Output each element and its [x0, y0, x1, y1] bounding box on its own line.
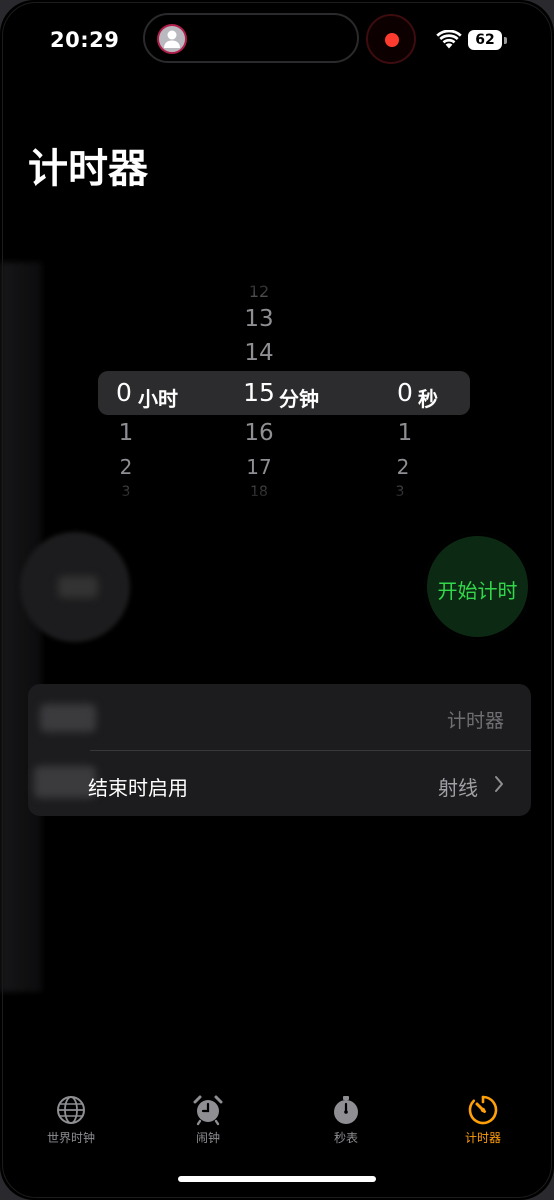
tab-label: 秒表 [333, 1131, 358, 1145]
page-title: 计时器 [28, 146, 148, 192]
picker-hour-option[interactable]: 1 [96, 420, 156, 446]
record-dot-icon [385, 33, 399, 47]
battery-indicator: 62 [468, 30, 502, 50]
tab-stopwatch[interactable]: 秒表 [291, 1094, 401, 1146]
picker-fade-bottom [60, 476, 520, 512]
tab-label: 计时器 [464, 1131, 501, 1145]
duration-picker[interactable]: 12 13 14 0 小时 15 分钟 0 秒 1 2 3 16 17 18 1… [0, 270, 554, 512]
chevron-right-icon [495, 776, 503, 792]
stopwatch-icon [334, 1096, 358, 1124]
dynamic-island[interactable] [143, 13, 359, 63]
picker-minute-option[interactable]: 13 [229, 306, 289, 332]
tab-label: 世界时钟 [46, 1131, 95, 1145]
cancel-button-label-blurred [58, 576, 98, 598]
battery-cap-icon [504, 37, 507, 44]
picker-fade-top [60, 270, 520, 306]
status-time: 20:29 [50, 28, 120, 52]
timer-icon [468, 1095, 498, 1125]
picker-minute-option[interactable]: 16 [229, 420, 289, 446]
label-field-input[interactable]: 计时器 [447, 706, 504, 733]
when-timer-ends-label: 结束时启用 [88, 776, 188, 800]
tab-alarm[interactable]: 闹钟 [153, 1094, 263, 1146]
home-indicator[interactable] [178, 1176, 376, 1182]
picker-hour-unit: 小时 [138, 387, 178, 411]
start-button-label: 开始计时 [437, 579, 518, 603]
tab-label: 闹钟 [195, 1131, 220, 1145]
alarm-clock-icon [193, 1095, 223, 1126]
status-bar: 20:29 62 [0, 0, 554, 80]
picker-second-unit: 秒 [418, 387, 438, 411]
wifi-icon [436, 30, 462, 49]
picker-minute-unit: 分钟 [279, 387, 319, 411]
phone-screen: 20:29 62 计时器 12 13 14 0 小时 15 分钟 0 [0, 0, 554, 1200]
avatar-icon[interactable] [157, 24, 187, 54]
when-timer-ends-value[interactable]: 射线 [438, 772, 478, 801]
picker-minute-option[interactable]: 14 [229, 340, 289, 366]
screen-recording-indicator[interactable] [366, 14, 416, 64]
tab-world-clock[interactable]: 世界时钟 [16, 1094, 126, 1146]
label-row-title-blurred [40, 704, 96, 732]
divider [90, 750, 531, 751]
picker-second-option[interactable]: 1 [375, 420, 435, 446]
globe-icon [57, 1096, 85, 1124]
end-row-prefix-blurred [34, 766, 96, 798]
tab-timer[interactable]: 计时器 [428, 1094, 538, 1146]
